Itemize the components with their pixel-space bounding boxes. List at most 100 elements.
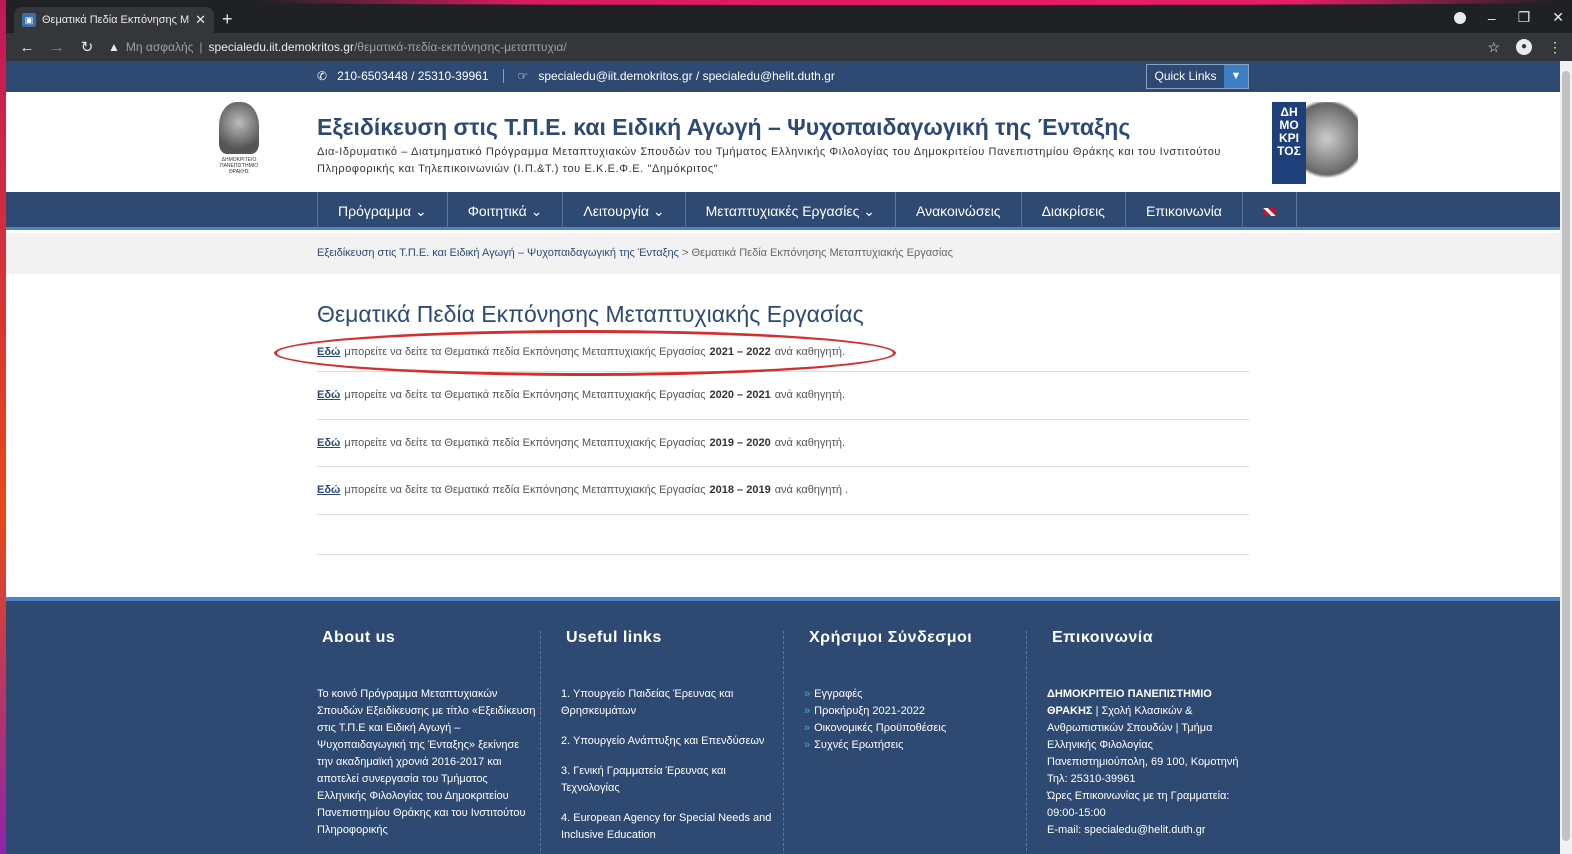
footer-about-title: About us bbox=[322, 629, 396, 646]
nav-item-contact[interactable]: Επικοινωνία bbox=[1126, 192, 1243, 230]
footer-link[interactable]: 2. Υπουργείο Ανάπτυξης και Επενδύσεων bbox=[561, 733, 781, 750]
url-host: specialedu.iit.demokritos.gr bbox=[208, 40, 354, 54]
breadcrumb-current: Θεματικά Πεδία Εκπόνησης Μεταπτυχιακής Ε… bbox=[691, 247, 953, 259]
address-bar[interactable]: ▲ Μη ασφαλής | specialedu.iit.demokritos… bbox=[108, 36, 1487, 58]
restore-icon[interactable]: ❐ bbox=[1518, 9, 1531, 26]
nav-item-theses[interactable]: Μεταπτυχιακές Εργασίες ⌄ bbox=[686, 192, 896, 230]
list-item: Εδώ μπορείτε να δείτε τα Θεματικά πεδία … bbox=[317, 420, 1249, 467]
breadcrumb-home[interactable]: Εξειδίκευση στις Τ.Π.Ε. και Ειδική Αγωγή… bbox=[317, 247, 679, 259]
footer-link-label: Συχνές Ερωτήσεις bbox=[814, 739, 904, 751]
footer-about-text: Το κοινό Πρόγραμμα Μεταπτυχιακών Σπουδών… bbox=[317, 688, 536, 836]
footer-contact-hours: Ώρες Επικοινωνίας με τη Γραμματεία: 09:0… bbox=[1047, 790, 1230, 819]
url-path: /θεματικά-πεδία-εκπόνησης-μεταπτυχια/ bbox=[353, 40, 567, 54]
new-tab-icon[interactable]: + bbox=[222, 9, 233, 30]
nav-item-program[interactable]: Πρόγραμμα ⌄ bbox=[318, 192, 448, 230]
account-icon[interactable]: ● bbox=[1516, 39, 1532, 55]
footer-contact-phone: Τηλ: 25310-39961 bbox=[1047, 773, 1136, 785]
footer-link-label: Εγγραφές bbox=[814, 688, 863, 700]
nav-item-english[interactable] bbox=[1243, 192, 1297, 230]
chevron-right-icon: » bbox=[804, 705, 811, 717]
footer-contact-title: Επικοινωνία bbox=[1052, 629, 1154, 646]
row-years: 2021 – 2022 bbox=[709, 346, 771, 358]
chevron-right-icon: » bbox=[804, 722, 811, 734]
phone-icon: ✆ bbox=[317, 69, 328, 83]
toolbar-actions: ☆ ● ⋮ bbox=[1487, 39, 1562, 56]
topbar-phone: 210-6503448 / 25310-39961 bbox=[337, 69, 489, 83]
row-text: μπορείτε να δείτε τα Θεματικά πεδία Εκπό… bbox=[344, 436, 706, 449]
close-window-icon[interactable]: ✕ bbox=[1552, 9, 1564, 26]
minimize-icon[interactable]: – bbox=[1488, 10, 1496, 26]
footer-link-label: Προκήρυξη 2021-2022 bbox=[814, 705, 926, 717]
site-title[interactable]: Εξειδίκευση στις Τ.Π.Ε. και Ειδική Αγωγή… bbox=[317, 114, 1130, 141]
url-separator: | bbox=[199, 40, 203, 54]
nav-item-operation[interactable]: Λειτουργία ⌄ bbox=[563, 192, 686, 230]
list-item: Εδώ μπορείτε να δείτε τα Θεματικά πεδία … bbox=[317, 467, 1249, 515]
breadcrumb: Εξειδίκευση στις Τ.Π.Ε. και Ειδική Αγωγή… bbox=[6, 233, 1560, 274]
row-suffix: ανά καθηγητή. bbox=[774, 346, 846, 358]
chevron-right-icon: » bbox=[804, 688, 811, 700]
hand-pointer-icon: ☞ bbox=[517, 69, 529, 83]
footer-useful-links-gr: Χρήσιμοι Σύνδεσμοι » Εγγραφές » Προκήρυξη … bbox=[804, 629, 1024, 754]
bookmark-star-icon[interactable]: ☆ bbox=[1487, 39, 1500, 56]
scrollbar-thumb[interactable] bbox=[1562, 71, 1570, 841]
here-link[interactable]: Εδώ bbox=[317, 389, 340, 401]
main-nav: Πρόγραμμα ⌄ Φοιτητικά ⌄ Λειτουργία ⌄ Μετ… bbox=[6, 192, 1560, 230]
nav-items: Πρόγραμμα ⌄ Φοιτητικά ⌄ Λειτουργία ⌄ Μετ… bbox=[317, 192, 1297, 230]
nav-item-student[interactable]: Φοιτητικά ⌄ bbox=[448, 192, 564, 230]
footer-useful-title: Useful links bbox=[566, 629, 662, 646]
list-spacer bbox=[317, 515, 1249, 555]
row-years: 2018 – 2019 bbox=[709, 484, 771, 497]
nav-item-announcements[interactable]: Ανακοινώσεις bbox=[896, 192, 1022, 230]
row-years: 2019 – 2020 bbox=[709, 436, 771, 449]
footer-divider bbox=[783, 631, 784, 854]
demokritos-logo[interactable]: ΔΗ ΜΟ ΚΡΙ ΤΟΣ bbox=[1272, 102, 1358, 184]
reload-icon[interactable]: ↻ bbox=[78, 38, 96, 56]
footer-link[interactable]: 4. European Agency for Special Needs and… bbox=[561, 810, 781, 844]
footer-link[interactable]: » Προκήρυξη 2021-2022 bbox=[804, 703, 1024, 720]
footer-contact-email[interactable]: E-mail: specialedu@helit.duth.gr bbox=[1047, 822, 1252, 839]
footer-useful-gr-title: Χρήσιμοι Σύνδεσμοι bbox=[809, 629, 973, 646]
quick-links-dropdown[interactable]: Quick Links ▼ bbox=[1146, 64, 1249, 89]
site-favicon-icon: ▣ bbox=[22, 13, 36, 27]
chevron-down-icon: ▼ bbox=[1224, 65, 1248, 88]
breadcrumb-separator: > bbox=[682, 247, 689, 259]
site-subtitle: Δια-Ιδρυματικό – Διατμηματικό Πρόγραμμα … bbox=[317, 146, 1222, 175]
topbar-email[interactable]: specialedu@iit.demokritos.gr / specialed… bbox=[538, 69, 835, 83]
close-tab-icon[interactable]: ✕ bbox=[195, 12, 206, 28]
demokritos-bust-icon bbox=[1306, 102, 1358, 184]
nav-item-awards[interactable]: Διακρίσεις bbox=[1022, 192, 1126, 230]
tab-title: Θεματικά Πεδία Εκπόνησης Με bbox=[42, 14, 190, 26]
footer-link[interactable]: 1. Υπουργείο Παιδείας Έρευνας και Θρησκε… bbox=[561, 686, 781, 720]
site-topbar: ✆ 210-6503448 / 25310-39961 ☞ specialedu… bbox=[6, 61, 1560, 92]
back-icon[interactable]: ← bbox=[18, 39, 36, 56]
duth-logo-caption: ΔΗΜΟΚΡΙΤΕΙΟ ΠΑΝΕΠΙΣΤΗΜΙΟ ΘΡΑΚΗΣ bbox=[219, 157, 259, 175]
row-text: μπορείτε να δείτε τα Θεματικά πεδία Εκπό… bbox=[344, 346, 706, 358]
page-scrollbar[interactable] bbox=[1560, 61, 1572, 854]
footer-link[interactable]: 3. Γενική Γραμματεία Έρευνας και Τεχνολο… bbox=[561, 763, 781, 797]
page-title: Θεματικά Πεδία Εκπόνησης Μεταπτυχιακής Ε… bbox=[317, 301, 864, 327]
footer-divider bbox=[540, 631, 541, 854]
footer-contact-address: Πανεπιστημιούπολη, 69 100, Κομοτηνή bbox=[1047, 756, 1239, 768]
row-text: μπορείτε να δείτε τα Θεματικά πεδία Εκπό… bbox=[344, 389, 706, 402]
row-suffix: ανά καθηγητή. bbox=[774, 436, 846, 449]
site-header: ΔΗΜΟΚΡΙΤΕΙΟ ΠΑΝΕΠΙΣΤΗΜΙΟ ΘΡΑΚΗΣ Εξειδίκε… bbox=[6, 92, 1560, 192]
row-text: μπορείτε να δείτε τα Θεματικά πεδία Εκπό… bbox=[344, 484, 706, 497]
forward-icon[interactable]: → bbox=[48, 39, 66, 56]
site-footer: About us Το κοινό Πρόγραμμα Μεταπτυχιακώ… bbox=[6, 597, 1560, 854]
menu-dots-icon[interactable]: ⋮ bbox=[1548, 39, 1562, 56]
democritus-bust-icon bbox=[219, 102, 259, 154]
demokritos-logo-text: ΔΗ ΜΟ ΚΡΙ ΤΟΣ bbox=[1272, 102, 1306, 184]
profile-menu-icon[interactable] bbox=[1453, 11, 1466, 24]
window-controls: – ❐ ✕ bbox=[1453, 9, 1564, 26]
here-link[interactable]: Εδώ bbox=[317, 437, 340, 449]
quick-links-label: Quick Links bbox=[1147, 65, 1224, 88]
breadcrumb-text: Εξειδίκευση στις Τ.Π.Ε. και Ειδική Αγωγή… bbox=[317, 247, 953, 259]
footer-link[interactable]: » Συχνές Ερωτήσεις bbox=[804, 737, 1024, 754]
here-link[interactable]: Εδώ bbox=[317, 346, 340, 358]
duth-logo[interactable]: ΔΗΜΟΚΡΙΤΕΙΟ ΠΑΝΕΠΙΣΤΗΜΙΟ ΘΡΑΚΗΣ bbox=[214, 102, 264, 182]
footer-link[interactable]: » Εγγραφές bbox=[804, 686, 1024, 703]
browser-tab[interactable]: ▣ Θεματικά Πεδία Εκπόνησης Με ✕ bbox=[14, 7, 214, 33]
footer-link[interactable]: » Οικονομικές Προϋποθέσεις bbox=[804, 720, 1024, 737]
here-link[interactable]: Εδώ bbox=[317, 484, 340, 496]
main-content: Θεματικά Πεδία Εκπόνησης Μεταπτυχιακής Ε… bbox=[274, 301, 1249, 555]
